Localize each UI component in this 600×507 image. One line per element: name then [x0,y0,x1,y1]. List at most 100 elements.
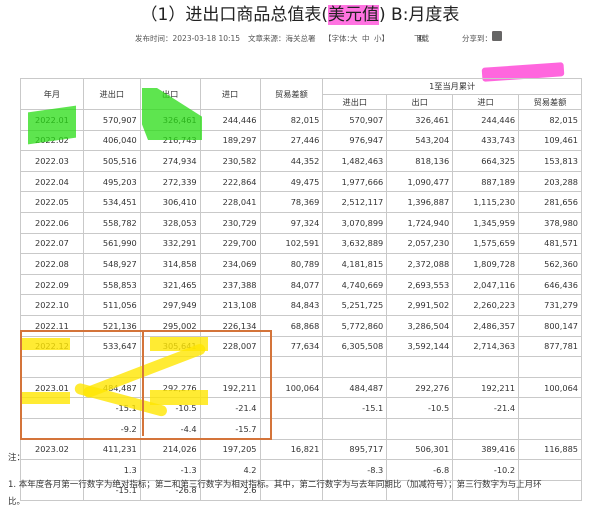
cell-cum-balance: 153,813 [518,150,582,172]
cell-cum-import: 2,714,363 [452,335,520,358]
cell-cum-balance: 562,360 [518,253,582,275]
cell-total: 534,451 [82,191,141,213]
cell-total: 570,907 [82,109,141,131]
cell-total: 561,990 [82,232,141,255]
cell-cum-import [452,417,520,440]
cell-month: 2022.05 [20,191,84,213]
cell-month: 2022.06 [20,211,84,234]
cell-total: 495,203 [82,170,141,193]
cell-cum-export: 292,276 [386,376,454,399]
cell-total: 511,056 [82,294,141,316]
article-meta-bar: 发布时间：2023-03-18 10:15 文章来源：海关总署 【字体： 大 中… [0,31,600,47]
cell-cum-export: 506,301 [386,438,454,461]
cell-import: 230,729 [199,211,261,234]
cell-cum-export: 2,693,553 [386,273,454,296]
cell-balance: 97,324 [259,211,324,234]
cell-total: 505,516 [82,150,141,172]
cell-cum-balance: 203,288 [518,170,582,193]
cell-cum-import: 389,416 [452,438,520,461]
font-medium-link[interactable]: 中 [362,31,370,47]
cell-cum-total: 1,482,463 [322,150,388,172]
cell-cum-import: 192,211 [452,376,520,399]
cell-cum-balance: 100,064 [518,376,582,399]
page-title: （1）进出口商品总值表(美元值) B:月度表 [0,0,600,30]
header-cumulative-group: 1至当月累计 [322,78,582,95]
table-row: 2022.06 558,782 328,053 230,729 97,324 3,070,… [20,211,582,234]
cell-export: 272,339 [139,170,201,193]
cell-export: 321,465 [139,273,201,296]
cell-cum-total: 4,181,815 [322,253,388,275]
cell-cum-total [322,356,388,378]
cell-cum-total: -15.1 [322,397,388,419]
cell-month: 2022.10 [20,294,84,316]
orange-divider-line [142,330,144,436]
cell-cum-import: 2,260,223 [452,294,520,316]
table-row: 2022.05 534,451 306,410 228,041 78,369 2,512,… [20,191,582,213]
cell-cum-balance: 82,015 [518,109,582,131]
cell-cum-total: 4,740,669 [322,273,388,296]
cell-import: 222,864 [199,170,261,193]
cell-cum-export: 543,204 [386,129,454,152]
title-highlight: 美元值 [328,5,379,25]
cell-balance: 78,369 [259,191,324,213]
header-cum-total: 进出口 [322,93,388,110]
cell-total: 406,040 [82,129,141,152]
cell-cum-total: 6,305,508 [322,335,388,358]
font-large-link[interactable]: 大 [350,31,358,47]
cell-cum-total: 5,772,860 [322,314,388,337]
cell-cum-export [386,356,454,378]
cell-cum-import: 1,345,959 [452,211,520,234]
cell-cum-total: 5,251,725 [322,294,388,316]
cell-total: 411,231 [82,438,141,461]
cell-import: 237,388 [199,273,261,296]
share-more-icon[interactable] [492,31,502,41]
cell-cum-export: 1,090,477 [386,170,454,193]
cell-cum-export: 2,372,088 [386,253,454,275]
cell-import: 229,700 [199,232,261,255]
cell-balance: 84,077 [259,273,324,296]
article-source: 文章来源：海关总署 [248,34,316,43]
cell-cum-export: -10.5 [386,397,454,419]
cell-cum-import: 1,115,230 [452,191,520,213]
cell-cum-total: 3,632,889 [322,232,388,255]
cell-cum-export: 1,396,887 [386,191,454,213]
cell-balance: 82,015 [259,109,324,131]
cell-month: 2023.02 [20,438,84,461]
cell-export: 306,410 [139,191,201,213]
header-cum-export: 出口 [386,93,454,110]
table-body: 2022.01570,907326,461244,44682,015570,90… [20,109,582,502]
print-icon[interactable]: ⎙ [418,31,424,47]
cell-export: 328,053 [139,211,201,234]
cell-cum-export: 3,286,504 [386,314,454,337]
notes-line-1: 1. 本年度各月第一行数字为绝对指标；第二和第三行数字为相对指标。其中，第二行数… [8,480,542,490]
cell-import: 244,446 [199,109,261,131]
table-row: 2022.07 561,990 332,291 229,700 102,591 3,632… [20,232,582,255]
cell-cum-balance: 877,781 [518,335,582,358]
table-row: 2022.09 558,853 321,465 237,388 84,077 4,740,… [20,273,582,296]
cell-cum-total: 976,947 [322,129,388,152]
cell-cum-import: 244,446 [452,109,520,131]
cell-month: 2022.03 [20,150,84,172]
cell-cum-import [452,356,520,378]
cell-cum-export: 1,724,940 [386,211,454,234]
cell-balance: 49,475 [259,170,324,193]
header-import: 进口 [199,78,261,110]
share-label: 分享到： [462,34,492,43]
cell-cum-balance [518,356,582,378]
cell-cum-balance: 731,279 [518,294,582,316]
header-total: 进出口 [82,78,141,110]
cell-cum-export: 326,461 [386,109,454,131]
cell-export: 332,291 [139,232,201,255]
cell-cum-balance [518,397,582,419]
font-small-link[interactable]: 小】 [374,31,389,47]
cell-cum-total: 484,487 [322,376,388,399]
cell-balance: 16,821 [259,438,324,461]
cell-total: 548,927 [82,253,141,275]
cell-cum-import: 887,189 [452,170,520,193]
notes-label: 注： [8,453,26,463]
cell-balance: 102,591 [259,232,324,255]
cell-import: 213,108 [199,294,261,316]
cell-cum-total: 895,717 [322,438,388,461]
green-highlight-months [28,105,76,145]
cell-cum-import: -21.4 [452,397,520,419]
